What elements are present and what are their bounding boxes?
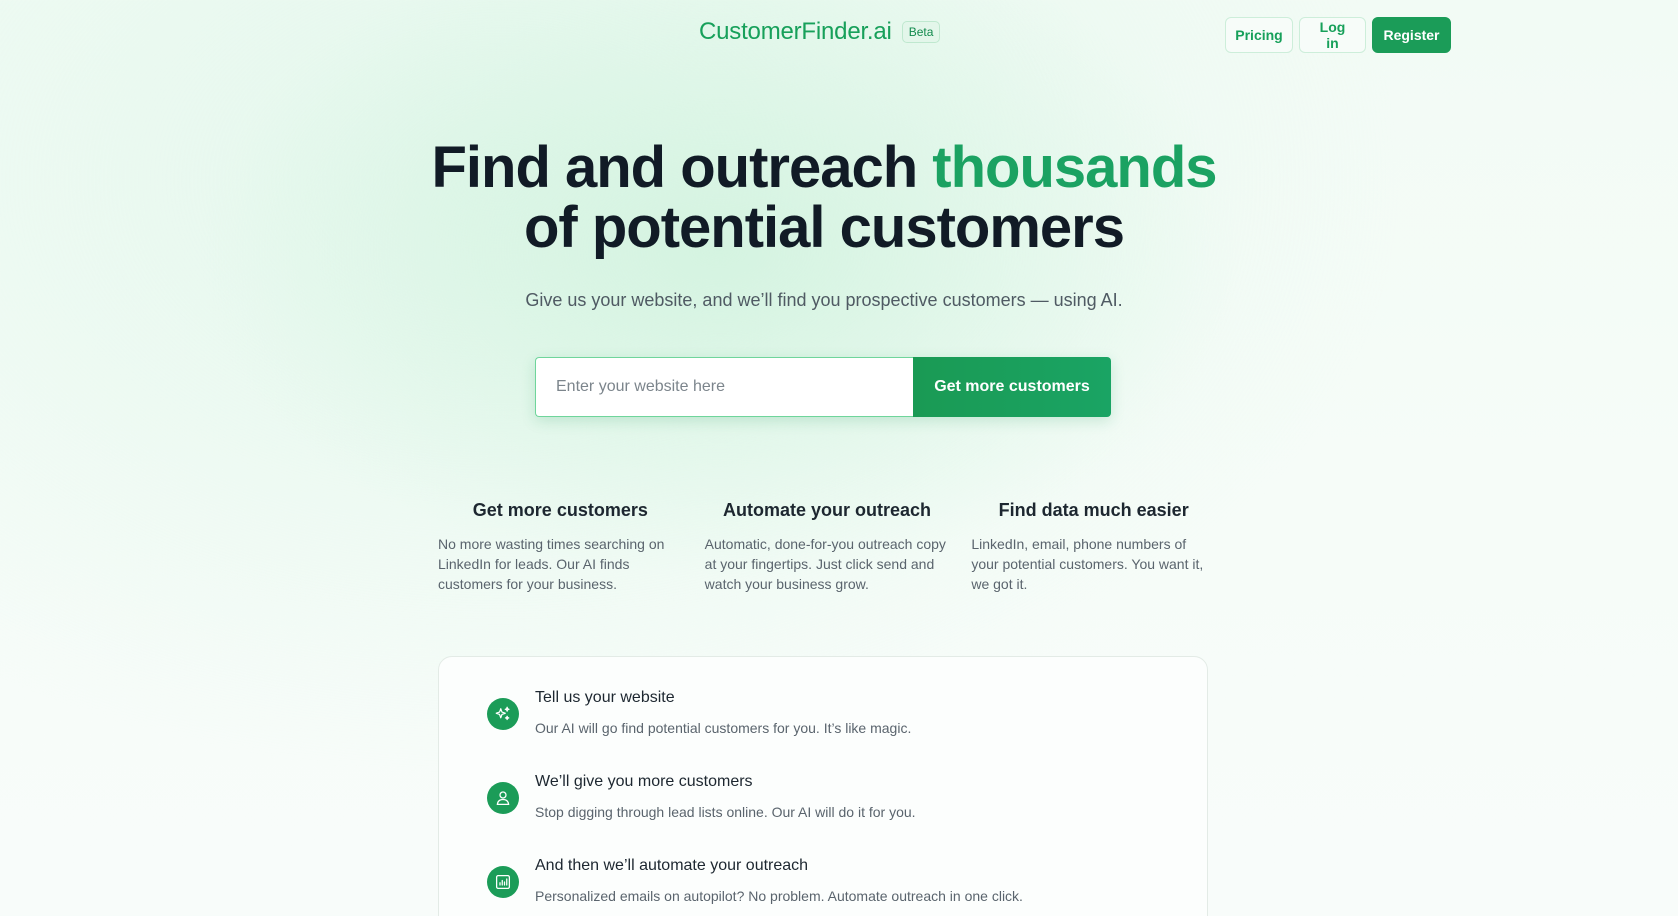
feature-title: Get more customers xyxy=(472,500,648,520)
feature-title: Automate your outreach xyxy=(722,500,932,520)
step-desc: Our AI will go find potential customers … xyxy=(535,720,912,736)
website-form: Get more customers xyxy=(535,357,1111,417)
sparkles-icon xyxy=(487,698,519,730)
site-header: CustomerFinder.ai Beta Pricing Log in Re… xyxy=(0,0,1678,72)
step-item: Tell us your website Our AI will go find… xyxy=(487,689,912,736)
brand[interactable]: CustomerFinder.ai Beta xyxy=(699,18,941,46)
steps-card: Tell us your website Our AI will go find… xyxy=(438,656,1208,916)
hero-title-accent: thousands xyxy=(932,135,1217,200)
feature-item: Automate your outreach Automatic, done-f… xyxy=(705,500,972,594)
features-section: Get more customers No more wasting times… xyxy=(438,500,1238,594)
feature-desc: No more wasting times searching on Linke… xyxy=(438,536,665,592)
login-button[interactable]: Log in xyxy=(1299,17,1366,53)
step-title: And then we’ll automate your outreach xyxy=(535,857,809,874)
feature-item: Find data much easier LinkedIn, email, p… xyxy=(971,500,1238,594)
hero-title-part1: Find and outreach xyxy=(431,135,933,200)
feature-desc: Automatic, done-for-you outreach copy at… xyxy=(704,536,946,592)
step-item: And then we’ll automate your outreach Pe… xyxy=(487,857,1023,904)
hero-title: Find and outreach thousands of potential… xyxy=(300,138,1348,258)
website-input[interactable] xyxy=(535,357,913,417)
pricing-button[interactable]: Pricing xyxy=(1225,17,1293,53)
brand-logo-text[interactable]: CustomerFinder.ai xyxy=(699,18,892,46)
step-text: And then we’ll automate your outreach Pe… xyxy=(535,857,1023,904)
feature-title: Find data much easier xyxy=(998,500,1189,520)
beta-badge: Beta xyxy=(901,21,941,43)
feature-desc: LinkedIn, email, phone numbers of your p… xyxy=(971,536,1204,592)
get-more-customers-button[interactable]: Get more customers xyxy=(913,357,1111,417)
hero-title-part2: of potential customers xyxy=(524,195,1125,260)
step-text: Tell us your website Our AI will go find… xyxy=(535,689,912,736)
chart-icon xyxy=(487,866,519,898)
feature-item: Get more customers No more wasting times… xyxy=(438,500,705,594)
step-desc: Personalized emails on autopilot? No pro… xyxy=(535,888,1023,904)
top-nav: Pricing Log in Register xyxy=(1225,17,1451,53)
step-text: We’ll give you more customers Stop diggi… xyxy=(535,773,916,820)
hero-subtitle: Give us your website, and we’ll find you… xyxy=(525,290,1123,310)
step-item: We’ll give you more customers Stop diggi… xyxy=(487,773,916,820)
register-button[interactable]: Register xyxy=(1372,17,1451,53)
step-title: We’ll give you more customers xyxy=(535,773,753,790)
step-title: Tell us your website xyxy=(535,689,675,706)
step-desc: Stop digging through lead lists online. … xyxy=(535,804,916,820)
user-icon xyxy=(487,782,519,814)
